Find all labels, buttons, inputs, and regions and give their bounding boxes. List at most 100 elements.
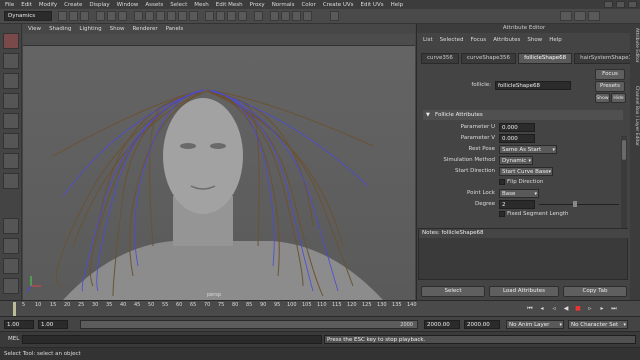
- copy-tab-button[interactable]: Copy Tab: [563, 286, 627, 297]
- select-tool-icon[interactable]: [3, 33, 19, 49]
- show-button[interactable]: Show: [595, 93, 610, 103]
- menu-edit[interactable]: Edit: [21, 2, 32, 8]
- select-by-handle-icon[interactable]: [134, 11, 143, 21]
- vp-menu-lighting[interactable]: Lighting: [79, 26, 101, 32]
- side-tab-attribute-editor[interactable]: Attribute Editor: [631, 28, 639, 63]
- select-by-joint-icon[interactable]: [145, 11, 154, 21]
- menu-mesh[interactable]: Mesh: [194, 2, 208, 8]
- select-by-surface-icon[interactable]: [167, 11, 176, 21]
- rotate-tool-icon[interactable]: [3, 113, 19, 129]
- menu-window[interactable]: Window: [117, 2, 139, 8]
- single-view-layout-icon[interactable]: [3, 218, 19, 234]
- scale-tool-icon[interactable]: [3, 133, 19, 149]
- vp-menu-renderer[interactable]: Renderer: [132, 26, 157, 32]
- menu-create[interactable]: Create: [64, 2, 82, 8]
- menu-select[interactable]: Select: [170, 2, 187, 8]
- menu-modify[interactable]: Modify: [39, 2, 57, 8]
- go-to-start-icon[interactable]: ⏮: [526, 305, 534, 312]
- step-back-key-icon[interactable]: ◂: [538, 305, 546, 312]
- minimize-icon[interactable]: [604, 1, 613, 8]
- render-settings-icon[interactable]: [292, 11, 301, 21]
- stop-icon[interactable]: ■: [574, 305, 582, 312]
- show-channel-box-icon[interactable]: [588, 11, 600, 21]
- snap-point-icon[interactable]: [227, 11, 236, 21]
- playback-start-field[interactable]: 1.00: [38, 320, 68, 329]
- ae-menu-focus[interactable]: Focus: [470, 37, 486, 46]
- vp-menu-show[interactable]: Show: [110, 26, 125, 32]
- viewport-panel[interactable]: View Shading Lighting Show Renderer Pane…: [23, 24, 415, 300]
- start-time-field[interactable]: 1.00: [4, 320, 34, 329]
- hypershade-icon[interactable]: [303, 11, 312, 21]
- degree-slider-track[interactable]: [539, 204, 619, 205]
- simulation-method-dropdown[interactable]: Dynamic: [499, 156, 533, 165]
- vp-menu-shading[interactable]: Shading: [49, 26, 71, 32]
- persp-outliner-layout-icon[interactable]: [3, 258, 19, 274]
- menu-help[interactable]: Help: [391, 2, 404, 8]
- tab-follicleshape68[interactable]: follicleShape68: [518, 53, 573, 64]
- select-component-icon[interactable]: [118, 11, 127, 21]
- presets-button[interactable]: Presets: [595, 81, 625, 92]
- menu-normals[interactable]: Normals: [272, 2, 295, 8]
- select-by-deform-icon[interactable]: [178, 11, 187, 21]
- select-by-curve-icon[interactable]: [156, 11, 165, 21]
- point-lock-dropdown[interactable]: Base: [499, 189, 539, 198]
- parameter-v-field[interactable]: 0.000: [499, 134, 535, 143]
- character-set-dropdown[interactable]: No Character Set: [568, 320, 628, 329]
- snap-grid-icon[interactable]: [205, 11, 214, 21]
- snap-curve-icon[interactable]: [216, 11, 225, 21]
- open-scene-icon[interactable]: [69, 11, 78, 21]
- load-attributes-button[interactable]: Load Attributes: [489, 286, 559, 297]
- parameter-u-field[interactable]: 0.000: [499, 123, 535, 132]
- menu-set-dropdown[interactable]: Dynamics: [4, 11, 52, 21]
- playback-end-field[interactable]: 2000.00: [424, 320, 460, 329]
- start-direction-dropdown[interactable]: Start Curve Base: [499, 167, 553, 176]
- select-hierarchy-icon[interactable]: [96, 11, 105, 21]
- flip-direction-checkbox[interactable]: [499, 179, 505, 185]
- save-scene-icon[interactable]: [80, 11, 89, 21]
- tab-hairsystemshape1[interactable]: hairSystemShape1: [574, 53, 638, 64]
- new-scene-icon[interactable]: [58, 11, 67, 21]
- menu-file[interactable]: File: [5, 2, 14, 8]
- hide-button[interactable]: Hide: [611, 93, 626, 103]
- select-button[interactable]: Select: [421, 286, 485, 297]
- ae-menu-show[interactable]: Show: [527, 37, 542, 46]
- scene-view[interactable]: persp: [23, 46, 415, 300]
- attr-scroll-thumb[interactable]: [622, 140, 626, 160]
- show-tool-settings-icon[interactable]: [574, 11, 586, 21]
- menu-edit-uvs[interactable]: Edit UVs: [361, 2, 384, 8]
- go-to-end-icon[interactable]: ⏭: [610, 305, 618, 312]
- close-icon[interactable]: [628, 1, 637, 8]
- command-input[interactable]: [22, 335, 322, 344]
- vp-menu-panels[interactable]: Panels: [166, 26, 184, 32]
- play-backwards-icon[interactable]: ◀: [562, 305, 570, 312]
- range-slider[interactable]: 2000: [80, 320, 418, 329]
- tab-curve356[interactable]: curve356: [421, 53, 459, 64]
- vp-menu-view[interactable]: View: [28, 26, 41, 32]
- last-tool-icon[interactable]: [3, 173, 19, 189]
- select-object-icon[interactable]: [107, 11, 116, 21]
- focus-button[interactable]: Focus: [595, 69, 625, 80]
- fixed-segment-length-checkbox[interactable]: [499, 211, 505, 217]
- degree-field[interactable]: 2: [499, 200, 535, 209]
- render-frame-icon[interactable]: [270, 11, 279, 21]
- anim-layer-dropdown[interactable]: No Anim Layer: [506, 320, 564, 329]
- select-by-dynamic-icon[interactable]: [189, 11, 198, 21]
- lasso-tool-icon[interactable]: [3, 53, 19, 69]
- snap-plane-icon[interactable]: [238, 11, 247, 21]
- menu-color[interactable]: Color: [301, 2, 315, 8]
- playhead[interactable]: [13, 302, 16, 316]
- degree-slider-handle[interactable]: [573, 201, 577, 207]
- end-time-field[interactable]: 2000.00: [464, 320, 500, 329]
- menu-create-uvs[interactable]: Create UVs: [323, 2, 354, 8]
- manipulator-tool-icon[interactable]: [3, 153, 19, 169]
- ipr-render-icon[interactable]: [281, 11, 290, 21]
- step-forward-frame-icon[interactable]: ▹: [586, 305, 594, 312]
- history-icon[interactable]: [254, 11, 263, 21]
- side-tab-channel-box[interactable]: Channel Box / Layer Editor: [631, 86, 639, 146]
- ae-menu-list[interactable]: List: [423, 37, 433, 46]
- object-name-field[interactable]: follicleShape68: [495, 81, 571, 90]
- command-language-label[interactable]: MEL: [8, 336, 19, 342]
- ae-menu-help[interactable]: Help: [549, 37, 562, 46]
- ae-menu-attributes[interactable]: Attributes: [493, 37, 520, 46]
- persp-graph-layout-icon[interactable]: [3, 278, 19, 294]
